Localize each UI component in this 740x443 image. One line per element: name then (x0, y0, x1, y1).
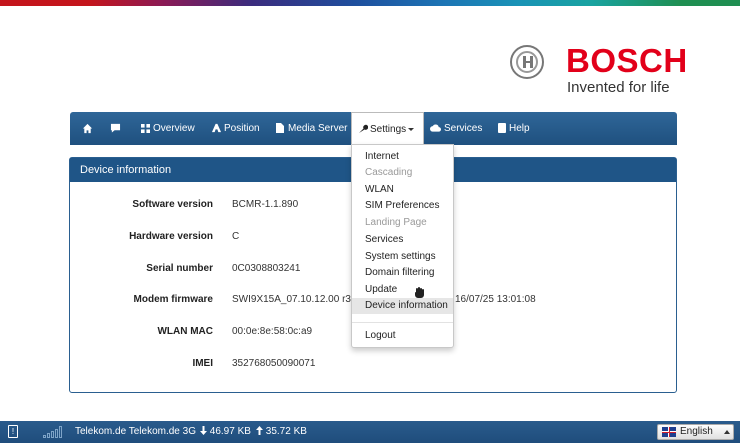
info-value: SWI9X15A_07.10.12.00 r328 (232, 294, 363, 305)
menu-item-services[interactable]: Services (352, 232, 453, 248)
chat-icon (110, 124, 121, 133)
info-value: 352768050090071 (232, 358, 316, 369)
nav-media-server[interactable]: Media Server (276, 112, 347, 145)
signal-strength-icon (43, 426, 65, 438)
info-value-date: 16/07/25 13:01:08 (455, 294, 536, 305)
cloud-icon (430, 124, 441, 133)
position-icon (211, 124, 222, 133)
settings-dropdown-menu: Internet Cascading WLAN SIM Preferences … (351, 144, 454, 348)
menu-item-sim-preferences[interactable]: SIM Preferences (352, 198, 453, 214)
wrench-icon (359, 125, 369, 134)
download-value: 46.97 KB (209, 426, 251, 437)
sim-card-icon: ! (8, 425, 18, 438)
menu-item-wlan[interactable]: WLAN (352, 182, 453, 198)
menu-divider (352, 322, 453, 323)
brand-stripe (0, 0, 740, 6)
nav-overview-label: Overview (153, 123, 195, 134)
nav-settings[interactable]: Settings (351, 112, 424, 145)
nav-media-server-label: Media Server (288, 123, 348, 134)
menu-item-update[interactable]: Update (352, 282, 453, 298)
brand-name: BOSCH (566, 42, 688, 79)
file-icon (276, 123, 284, 134)
nav-services-label: Services (444, 123, 483, 134)
info-value: BCMR-1.1.890 (232, 199, 299, 210)
menu-item-device-information[interactable]: Device information (352, 298, 453, 314)
info-label: Modem firmware (133, 294, 213, 305)
nav-messages[interactable] (110, 112, 121, 145)
chevron-up-icon (724, 430, 730, 434)
nav-settings-label: Settings (370, 124, 407, 135)
menu-item-landing-page: Landing Page (365, 217, 427, 228)
main-navbar: Overview Position Media Server Settings … (70, 112, 677, 145)
info-label: Software version (132, 199, 213, 210)
nav-help[interactable]: Help (498, 112, 530, 145)
grid-icon (141, 123, 150, 133)
info-label: WLAN MAC (157, 326, 213, 337)
bosch-armature-icon (510, 45, 544, 79)
info-value: 0C0308803241 (232, 263, 301, 274)
upload-stat: 35.72 KB (256, 421, 307, 443)
hand-cursor-icon (415, 287, 424, 298)
menu-item-cascading: Cascading (365, 167, 413, 178)
nav-position[interactable]: Position (211, 112, 260, 145)
nav-help-label: Help (509, 123, 530, 134)
menu-item-system-settings[interactable]: System settings (352, 249, 453, 265)
upload-value: 35.72 KB (265, 426, 307, 437)
nav-overview[interactable]: Overview (141, 112, 195, 145)
info-label: Serial number (146, 263, 213, 274)
status-bar: ! Telekom.de Telekom.de 3G 46.97 KB 35.7… (0, 421, 740, 443)
info-value: C (232, 231, 240, 242)
nav-position-label: Position (224, 123, 260, 134)
language-selector-button[interactable]: English (657, 424, 734, 440)
book-icon (498, 123, 506, 134)
uk-flag-icon (662, 427, 676, 437)
menu-item-internet[interactable]: Internet (352, 149, 453, 165)
nav-services[interactable]: Services (430, 112, 482, 145)
chevron-down-icon (408, 127, 415, 131)
download-stat: 46.97 KB (200, 421, 251, 443)
brand-tagline: Invented for life (567, 79, 670, 96)
arrow-up-icon (256, 426, 263, 435)
network-name: Telekom.de Telekom.de 3G (75, 426, 196, 437)
home-icon (82, 123, 93, 133)
arrow-down-icon (200, 426, 207, 435)
info-value: 00:0e:8e:58:0c:a9 (232, 326, 313, 337)
info-label: IMEI (192, 358, 213, 369)
nav-home[interactable] (82, 112, 93, 145)
menu-item-logout[interactable]: Logout (352, 328, 453, 344)
bosch-logo: BOSCH Invented for life (510, 41, 687, 101)
info-label: Hardware version (129, 231, 213, 242)
menu-item-domain-filtering[interactable]: Domain filtering (352, 265, 453, 281)
language-label: English (680, 426, 713, 437)
info-row-imei: IMEI 352768050090071 (70, 357, 676, 371)
